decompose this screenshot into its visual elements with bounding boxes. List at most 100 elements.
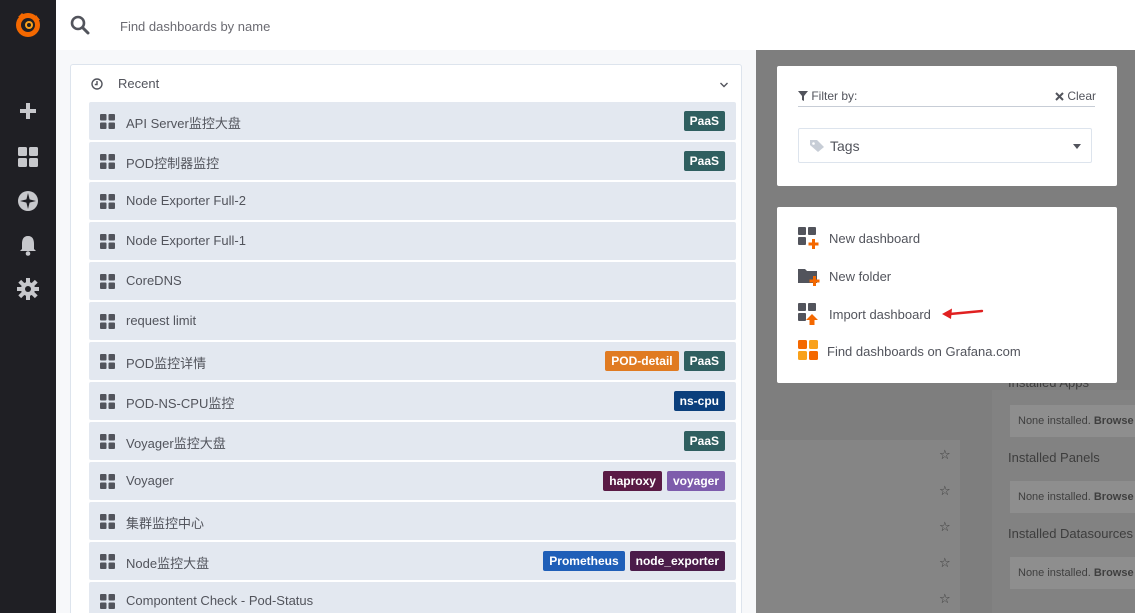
recent-section: Recent API Server监控大盘 PaaS POD控制器监控 PaaS Nod…: [70, 64, 742, 613]
import-dashboard-icon: [797, 302, 821, 326]
dashboard-row[interactable]: Node Exporter Full-1: [89, 222, 736, 260]
new-folder-icon: [797, 264, 821, 288]
new-dashboard-link[interactable]: New dashboard: [797, 225, 920, 251]
search-bar: [56, 0, 1135, 50]
dashboard-name: API Server监控大盘: [126, 116, 241, 131]
dashboard-tag[interactable]: PaaS: [683, 111, 725, 131]
bell-icon[interactable]: [14, 231, 42, 259]
dashboard-tags: PaaS: [683, 151, 725, 171]
recent-header[interactable]: Recent: [71, 65, 741, 101]
dashboard-name: Node监控大盘: [126, 556, 210, 571]
dashboard-row[interactable]: request limit: [89, 302, 736, 340]
dashboard-grid-icon: [100, 154, 115, 169]
filter-label-text: Filter by:: [811, 89, 858, 103]
chevron-down-icon[interactable]: [719, 78, 729, 88]
dashboard-name: POD控制器监控: [126, 156, 220, 171]
grafana-logo-icon[interactable]: [14, 11, 42, 39]
dashboard-name: CoreDNS: [126, 273, 182, 288]
dashboard-name: Compontent Check - Pod-Status: [126, 593, 314, 608]
installed-panels-empty: None installed. Browse: [1010, 481, 1135, 513]
new-dashboard-icon: [797, 226, 821, 250]
dashboard-row[interactable]: POD监控详情 POD-detail PaaS: [89, 342, 736, 380]
red-arrow-icon: [942, 308, 984, 319]
actions-card: New dashboard New folder Import dashboar…: [777, 207, 1117, 383]
filter-label: Filter by:: [798, 89, 857, 103]
dashboard-name: POD-NS-CPU监控: [126, 396, 235, 411]
star-icon: ☆: [939, 483, 951, 498]
installed-panels-heading: Installed Panels: [1008, 450, 1100, 465]
dashboard-tag[interactable]: POD-detail: [605, 351, 679, 371]
dashboard-tag[interactable]: haproxy: [603, 471, 662, 491]
search-input[interactable]: [120, 14, 720, 38]
dashboard-tag[interactable]: Prometheus: [543, 551, 625, 571]
find-dashboards-link[interactable]: Find dashboards on Grafana.com: [797, 338, 1021, 364]
dashboard-row[interactable]: POD控制器监控 PaaS: [89, 142, 736, 180]
dashboard-grid-icon: [100, 554, 115, 569]
tag-icon: [809, 139, 825, 153]
dashboard-grid-icon: [100, 514, 115, 529]
clear-filter-button[interactable]: Clear: [1055, 89, 1096, 103]
filter-card: Filter by: Clear Tags: [777, 66, 1117, 186]
dashboard-tag[interactable]: PaaS: [683, 431, 725, 451]
dashboard-grid-icon: [100, 594, 115, 609]
dashboard-grid-icon: [100, 474, 115, 489]
import-dashboard-link[interactable]: Import dashboard: [797, 301, 931, 327]
dashboard-tag[interactable]: node_exporter: [629, 551, 725, 571]
background-starred-list: [756, 440, 960, 613]
dashboard-grid-icon: [100, 314, 115, 329]
installed-datasources-empty: None installed. Browse: [1010, 557, 1135, 589]
dashboard-tag[interactable]: ns-cpu: [673, 391, 725, 411]
new-folder-label: New folder: [829, 268, 892, 284]
dashboard-tag[interactable]: PaaS: [683, 151, 725, 171]
dashboard-tag[interactable]: voyager: [666, 471, 725, 491]
filter-icon: [798, 91, 808, 101]
clear-label: Clear: [1067, 89, 1096, 103]
dashboard-tags: POD-detail PaaS: [605, 351, 725, 371]
clock-icon: [91, 78, 103, 90]
dashboard-row[interactable]: POD-NS-CPU监控 ns-cpu: [89, 382, 736, 420]
dashboard-grid-icon: [100, 394, 115, 409]
dashboard-row[interactable]: Node监控大盘 Prometheus node_exporter: [89, 542, 736, 580]
dashboard-tags: Prometheus node_exporter: [543, 551, 725, 571]
dashboard-name: Voyager监控大盘: [126, 436, 226, 451]
dashboard-tags: haproxy voyager: [603, 471, 725, 491]
import-dashboard-label: Import dashboard: [829, 306, 931, 322]
dashboards-icon[interactable]: [14, 143, 42, 171]
dashboard-name: Node Exporter Full-2: [126, 193, 246, 208]
plus-icon[interactable]: [14, 97, 42, 125]
sidebar: [0, 0, 56, 613]
installed-apps-empty: None installed. Browse: [1010, 405, 1135, 437]
dashboard-tag[interactable]: PaaS: [683, 351, 725, 371]
installed-datasources-heading: Installed Datasources: [1008, 526, 1134, 541]
dashboard-grid-icon: [100, 114, 115, 129]
star-icon: ☆: [939, 519, 951, 534]
gear-icon[interactable]: [14, 275, 42, 303]
dashboard-name: Node Exporter Full-1: [126, 233, 246, 248]
filter-divider: [798, 106, 1095, 107]
dashboard-list-panel: Recent API Server监控大盘 PaaS POD控制器监控 PaaS Nod…: [56, 50, 756, 613]
dashboard-row[interactable]: 集群监控中心: [89, 502, 736, 540]
dashboard-row[interactable]: Voyager haproxy voyager: [89, 462, 736, 500]
dashboard-grid-icon: [100, 274, 115, 289]
dashboard-row[interactable]: Voyager监控大盘 PaaS: [89, 422, 736, 460]
close-icon: [1055, 91, 1065, 101]
star-icon: ☆: [939, 555, 951, 570]
dashboard-row[interactable]: Compontent Check - Pod-Status: [89, 582, 736, 613]
tags-select[interactable]: Tags: [798, 128, 1092, 163]
dashboard-row[interactable]: CoreDNS: [89, 262, 736, 300]
new-folder-link[interactable]: New folder: [797, 263, 891, 289]
dashboard-grid-icon: [100, 354, 115, 369]
dashboard-row[interactable]: Node Exporter Full-2: [89, 182, 736, 220]
dashboard-row[interactable]: API Server监控大盘 PaaS: [89, 102, 736, 140]
recent-title: Recent: [118, 76, 160, 91]
explore-icon[interactable]: [14, 187, 42, 215]
new-dashboard-label: New dashboard: [829, 230, 921, 246]
dashboard-grid-icon: [100, 234, 115, 249]
dashboard-name: request limit: [126, 313, 197, 328]
dashboard-tags: ns-cpu: [673, 391, 725, 411]
tags-placeholder: Tags: [830, 138, 860, 154]
dashboard-grid-icon: [100, 194, 115, 209]
star-icon: ☆: [939, 591, 951, 606]
star-icon: ☆: [939, 447, 951, 462]
dashboard-name: Voyager: [126, 473, 174, 488]
